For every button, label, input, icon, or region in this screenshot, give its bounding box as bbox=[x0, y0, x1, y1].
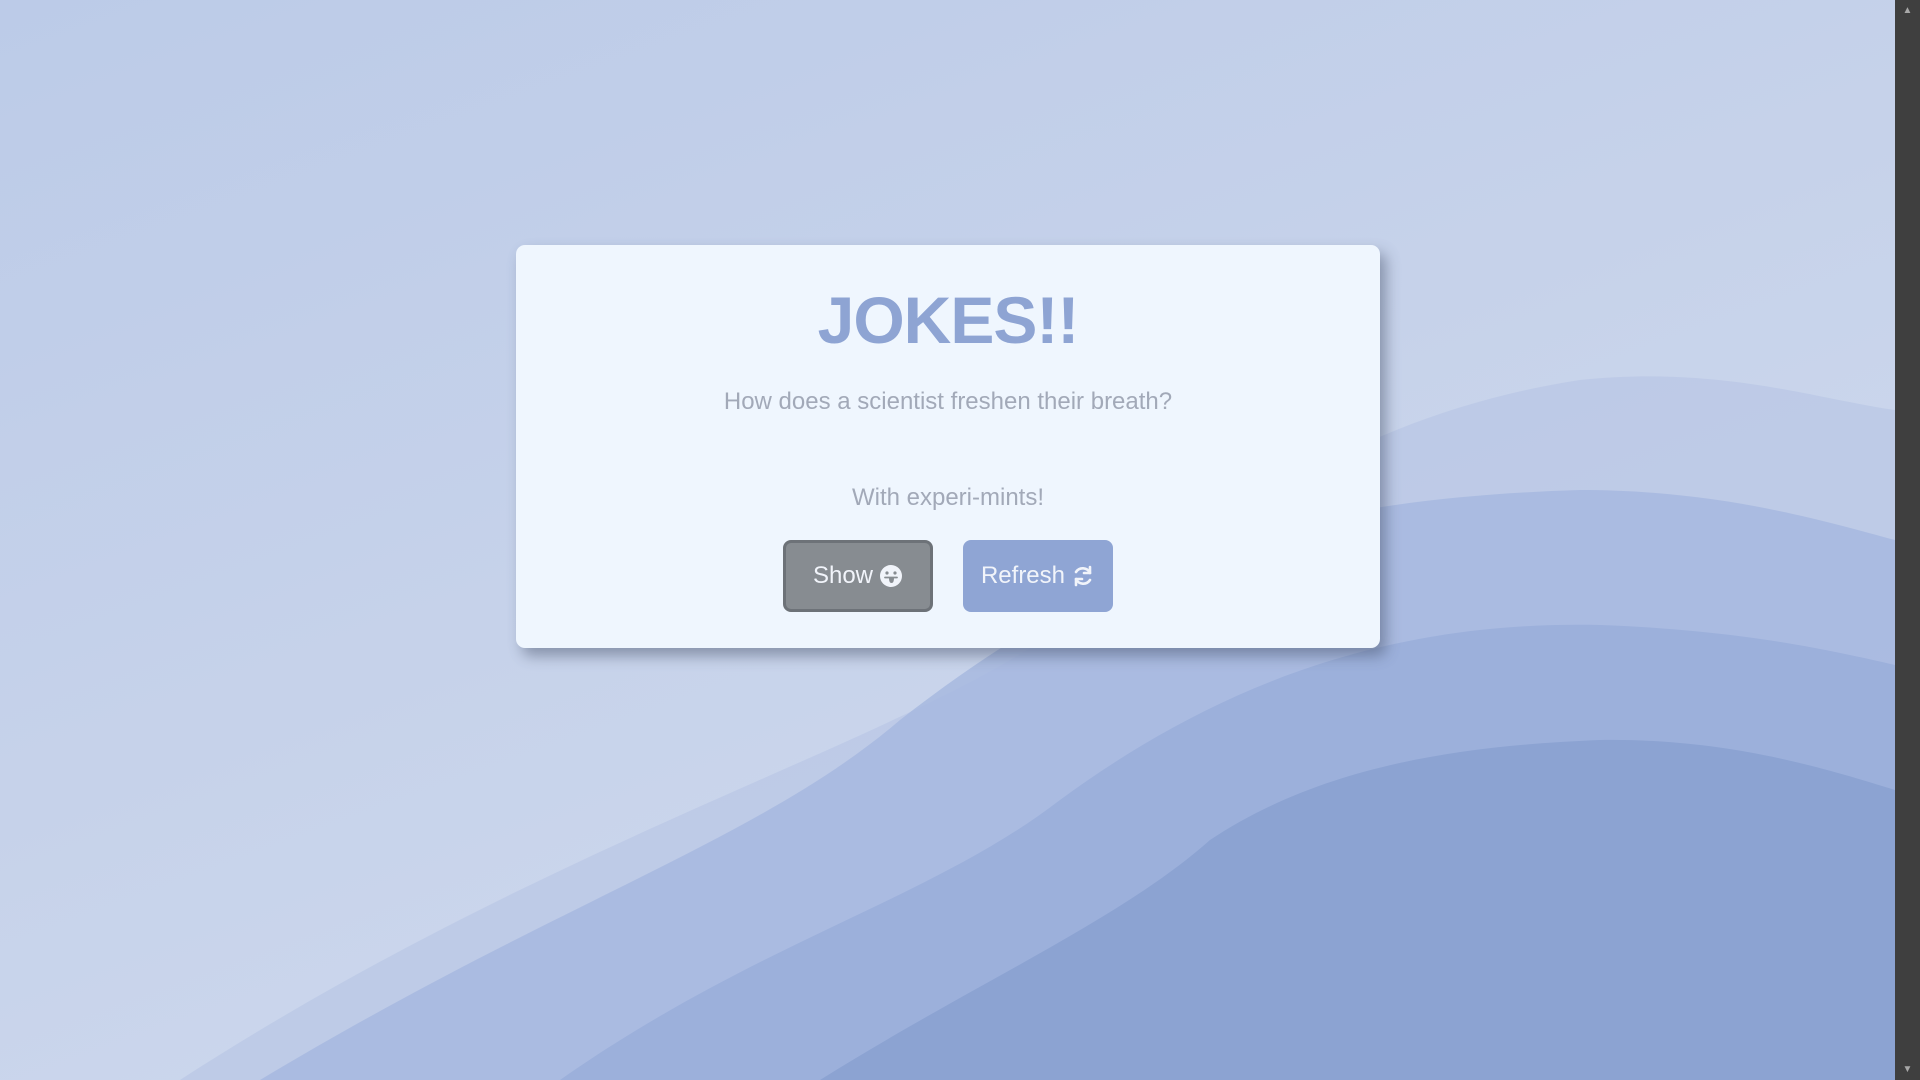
page-title: JOKES!! bbox=[817, 283, 1080, 357]
refresh-button-label: Refresh bbox=[980, 562, 1066, 589]
button-row: Show Refresh bbox=[516, 540, 1380, 612]
vertical-scrollbar[interactable]: ▲ ▼ bbox=[1895, 0, 1920, 1080]
tongue-face-icon bbox=[879, 564, 903, 588]
scroll-down-arrow-icon[interactable]: ▼ bbox=[1895, 1061, 1920, 1078]
joke-card: JOKES!! How does a scientist freshen the… bbox=[516, 245, 1380, 648]
scroll-up-arrow-icon[interactable]: ▲ bbox=[1895, 2, 1920, 19]
joke-answer: With experi-mints! bbox=[851, 484, 1045, 511]
refresh-icon bbox=[1071, 564, 1095, 588]
joke-question: How does a scientist freshen their breat… bbox=[723, 388, 1173, 415]
refresh-button[interactable]: Refresh bbox=[963, 540, 1113, 612]
show-button-label: Show bbox=[812, 562, 874, 589]
show-button[interactable]: Show bbox=[783, 540, 933, 612]
